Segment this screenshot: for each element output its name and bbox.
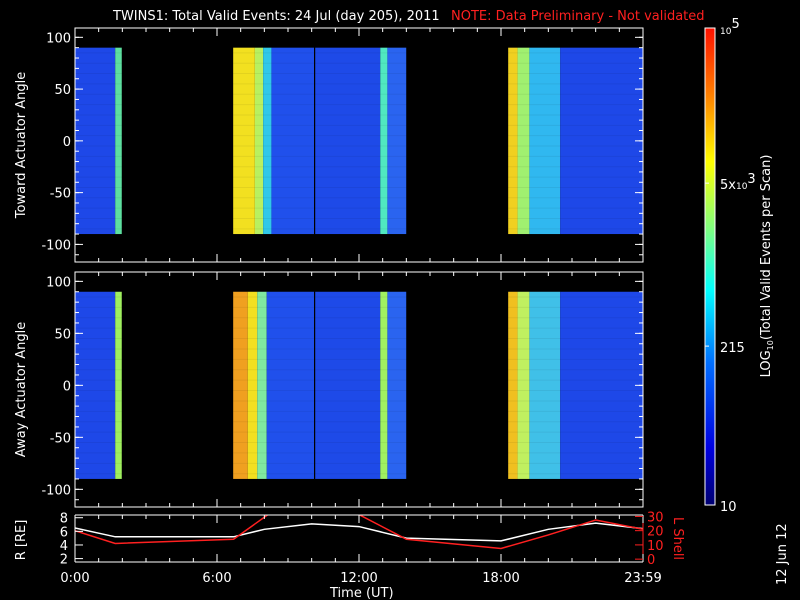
data-gap	[406, 29, 509, 261]
y-tick-label: 100	[46, 31, 71, 46]
y-tick-label: 50	[54, 327, 71, 342]
r-axis-label: R [RE]	[14, 520, 29, 561]
y-tick-label: 100	[46, 275, 71, 290]
x-tick-label: 18:00	[482, 571, 519, 586]
data-strip	[115, 291, 122, 479]
y-tick-label: -50	[50, 431, 71, 446]
l-tick-label: 10	[647, 539, 664, 554]
y-axis-label: Toward Actuator Angle	[14, 72, 29, 219]
data-strip	[380, 47, 388, 235]
chart-title: TWINS1: Total Valid Events: 24 Jul (day …	[112, 9, 440, 24]
x-tick-label: 6:00	[202, 571, 231, 586]
twins-plot: TWINS1: Total Valid Events: 24 Jul (day …	[14, 9, 790, 600]
y-tick-label: 50	[54, 83, 71, 98]
data-strip	[314, 291, 316, 479]
l-shell-axis-label: L Shell	[670, 517, 685, 560]
colorbar-tick-label: 10	[720, 500, 737, 515]
x-tick-label: 12:00	[340, 571, 377, 586]
colorbar-tick-label: 105	[720, 17, 740, 37]
data-strip	[508, 47, 518, 235]
colorbar-label: LOG10(Total Valid Events per Scan)	[759, 155, 775, 378]
data-gap	[121, 29, 234, 261]
data-strip	[314, 47, 316, 235]
y-tick-label: -100	[41, 238, 71, 253]
data-strip	[387, 47, 407, 235]
date-stamp: 12 Jun 12	[775, 523, 790, 585]
toward-angle-panel: 100 50 0 -50 -100 Toward Actuator Angle	[14, 27, 644, 263]
data-strip	[508, 291, 518, 479]
data-strip	[263, 47, 272, 235]
data-gap	[406, 273, 509, 506]
data-gap	[121, 273, 234, 506]
x-tick-label: 23:59	[624, 571, 661, 586]
colorbar-scale	[704, 27, 716, 506]
r-tick-label: 2	[60, 553, 68, 568]
data-strip	[380, 291, 388, 479]
x-axis-label: Time (UT)	[329, 586, 394, 600]
data-strip	[115, 47, 122, 235]
l-tick-label: 30	[647, 510, 664, 525]
colorbar: 105 5x103 215 10 LOG10(Total Valid Events pe…	[704, 17, 775, 515]
colorbar-tick-label: 5x103	[720, 172, 756, 193]
y-tick-label: 0	[63, 379, 71, 394]
y-tick-label: -100	[41, 483, 71, 498]
data-strip	[254, 47, 264, 235]
x-tick-label: 0:00	[60, 571, 89, 586]
data-strip	[387, 291, 407, 479]
data-strip	[560, 291, 643, 479]
data-strip	[247, 291, 258, 479]
data-strip	[315, 47, 381, 235]
preliminary-note: NOTE: Data Preliminary - Not validated	[451, 9, 705, 24]
data-strip	[560, 47, 643, 235]
data-strip	[266, 291, 315, 479]
colorbar-tick-label: 215	[720, 341, 745, 356]
away-angle-panel: 100 50 0 -50 -100 Away Actuator Angle	[14, 271, 644, 508]
y-tick-label: -50	[50, 187, 71, 202]
l-tick-label: 20	[647, 525, 664, 540]
l-tick-label: 0	[647, 553, 655, 568]
y-axis-label: Away Actuator Angle	[14, 322, 29, 457]
data-strip	[257, 291, 267, 479]
data-strip	[233, 47, 255, 235]
data-strip	[517, 291, 530, 479]
data-strip	[529, 47, 561, 235]
data-strip	[315, 291, 381, 479]
orbit-panel: R [RE] 0:00 6:00 12:00 18:00 23:598642302010…	[14, 510, 685, 586]
data-strip	[517, 47, 530, 235]
data-strip	[233, 291, 248, 479]
data-strip	[529, 291, 561, 479]
data-strip	[271, 47, 315, 235]
y-tick-label: 0	[63, 135, 71, 150]
